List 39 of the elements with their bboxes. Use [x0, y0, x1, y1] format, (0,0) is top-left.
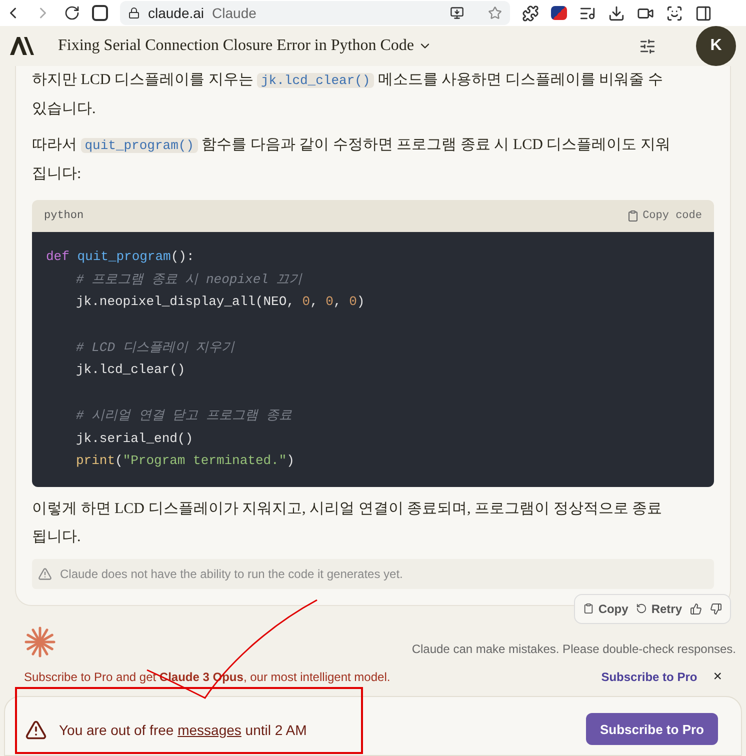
- message-paragraph: 따라서 quit_program() 함수를 다음과 같이 수정하면 프로그램 종료 시 LCD 디스플레이도 지워집니다:: [32, 136, 672, 184]
- logo-icon[interactable]: [10, 37, 34, 55]
- copy-button[interactable]: Copy: [583, 600, 628, 618]
- reload-icon[interactable]: [64, 5, 80, 21]
- address-bar[interactable]: claude.ai Claude: [120, 1, 510, 25]
- copy-code-button[interactable]: Copy code: [626, 208, 702, 224]
- settings-icon[interactable]: [639, 38, 656, 54]
- disclaimer-text: Claude can make mistakes. Please double-check responses.: [412, 640, 736, 658]
- user-avatar[interactable]: K: [696, 26, 736, 66]
- limit-message: You are out of free messages until 2 AM: [59, 720, 307, 740]
- chat-title-button[interactable]: Fixing Serial Connection Closure Error in Python Code: [58, 34, 432, 58]
- puzzle-icon[interactable]: [522, 4, 539, 22]
- messages-link[interactable]: messages: [178, 722, 242, 738]
- code-block: def quit_program(): # 프로그램 종료 시 neopixel 끄기 jk.neopixel_display_all(NEO, 0, 0, 0) # LCD 디스플레이 지우기 jk.lcd_clear() # 시리얼 연결 닫고 프로그램 종료 jk.serial_end() print("Program terminated."): [32, 232, 714, 487]
- retry-icon: [636, 603, 648, 614]
- lock-icon: [128, 7, 140, 19]
- message-paragraph: 이렇게 하면 LCD 디스플레이가 지워지고, 시리얼 연결이 종료되며, 프로그램이 정상적으로 종료됩니다.: [32, 500, 663, 547]
- subscribe-button[interactable]: Subscribe to Pro: [586, 713, 718, 746]
- retry-button[interactable]: Retry: [636, 600, 682, 618]
- thumbs-down-icon[interactable]: [710, 602, 722, 615]
- warning-icon: [25, 719, 47, 742]
- sparkle-icon: [24, 626, 56, 658]
- subscribe-link[interactable]: Subscribe to Pro: [601, 668, 698, 686]
- clipboard-icon: [583, 603, 594, 614]
- page-title: Claude: [212, 4, 256, 22]
- install-icon[interactable]: [450, 6, 464, 20]
- download-icon[interactable]: [608, 4, 625, 22]
- warning-icon: [38, 566, 52, 581]
- clipboard-icon: [626, 210, 639, 222]
- notice-text: Claude does not have the ability to run the code it generates yet.: [60, 566, 403, 583]
- close-button[interactable]: ×: [713, 666, 722, 688]
- star-icon[interactable]: [488, 6, 502, 20]
- code-language: python: [44, 208, 84, 224]
- message-paragraph: 하지만 LCD 디스플레이를 지우는 jk.lcd_clear() 메소드를 사용하면 디스플레이를 비워줄 수 있습니다.: [32, 71, 664, 119]
- thumbs-up-icon[interactable]: [690, 602, 702, 615]
- sidebar-icon[interactable]: [695, 4, 712, 22]
- flag-icon[interactable]: [551, 6, 567, 20]
- url-text: claude.ai: [148, 4, 204, 22]
- screenshot-icon[interactable]: [666, 4, 683, 22]
